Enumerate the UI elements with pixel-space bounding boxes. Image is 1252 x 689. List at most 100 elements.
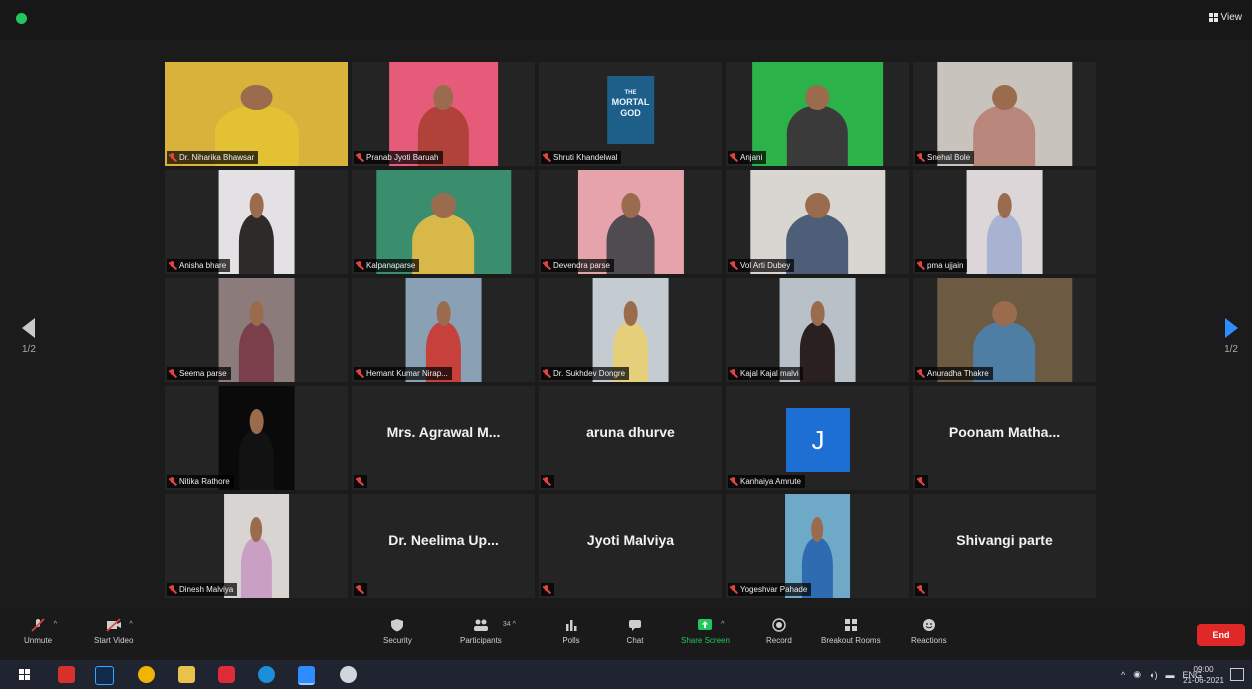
edge-icon[interactable] — [258, 666, 275, 683]
mic-muted-icon — [543, 153, 550, 162]
mic-muted-icon — [730, 261, 737, 270]
participant-tile[interactable]: Mrs. Agrawal M... — [352, 386, 535, 490]
share-screen-icon: ^ — [696, 618, 724, 632]
share-screen-button[interactable]: ^ Share Screen — [681, 618, 730, 645]
mic-muted-icon — [543, 261, 550, 270]
participant-head — [997, 192, 1012, 218]
participant-head — [433, 84, 454, 110]
polls-button[interactable]: Polls — [562, 618, 580, 645]
participant-tile[interactable]: Anuradha Thakre — [913, 278, 1096, 382]
participant-gallery: Dr. Niharika Bhawsar Pranab Jyoti Baruah T… — [165, 62, 1096, 598]
participant-nameplate: Hemant Kumar Nirap... — [354, 367, 452, 380]
windows-taskbar: ^ ◉ ◖) ▬ ENG 09:00 21-06-2021 — [0, 660, 1252, 689]
participant-nameplate: Kalpanaparse — [354, 259, 420, 272]
participant-tile[interactable]: Dr. Sukhdev Dongre — [539, 278, 722, 382]
previous-page-button[interactable]: 1/2 — [22, 318, 36, 355]
page-indicator-right: 1/2 — [1224, 344, 1238, 355]
participant-name: Dr. Niharika Bhawsar — [179, 153, 255, 162]
unmute-button[interactable]: ^ Unmute — [24, 618, 57, 645]
participant-tile[interactable]: Kalpanaparse — [352, 170, 535, 274]
participant-tile[interactable]: Hemant Kumar Nirap... — [352, 278, 535, 382]
next-page-button[interactable]: 1/2 — [1224, 318, 1238, 355]
zoom-icon[interactable] — [298, 666, 315, 685]
end-meeting-button[interactable]: End — [1197, 624, 1245, 646]
participant-tile[interactable]: Shivangi parte — [913, 494, 1096, 598]
participant-head — [249, 300, 264, 326]
mic-muted-icon — [543, 477, 550, 486]
participant-tile[interactable]: Kajal Kajal malvi — [726, 278, 909, 382]
mic-muted-icon — [169, 261, 176, 270]
network-icon[interactable]: ◉ — [1133, 669, 1141, 680]
participant-figure — [973, 105, 1036, 166]
security-button[interactable]: Security — [383, 618, 412, 645]
participant-tile[interactable]: Seema parse — [165, 278, 348, 382]
participant-tile[interactable]: pma ujjain — [913, 170, 1096, 274]
mic-muted-icon — [356, 477, 363, 486]
participant-figure — [241, 537, 272, 598]
participant-tile[interactable]: Dinesh Malviya — [165, 494, 348, 598]
mic-muted-icon — [730, 369, 737, 378]
participant-name: Nitika Rathore — [179, 477, 230, 486]
record-button[interactable]: Record — [766, 618, 792, 645]
participant-tile[interactable]: Dr. Niharika Bhawsar — [165, 62, 348, 166]
participant-name: Kanhaiya Amrute — [740, 477, 801, 486]
mic-muted-icon — [356, 261, 363, 270]
start-video-label: Start Video — [94, 636, 134, 645]
chrome-icon[interactable] — [138, 666, 155, 683]
app-icon[interactable] — [218, 666, 235, 683]
participant-figure — [238, 429, 275, 490]
mic-muted-icon — [730, 585, 737, 594]
participant-head — [250, 516, 263, 542]
participant-display-name: Dr. Neelima Up... — [388, 532, 499, 548]
start-video-button[interactable]: ^ Start Video — [94, 618, 133, 645]
photoshop-icon[interactable] — [95, 666, 114, 685]
participant-display-name: Jyoti Malviya — [586, 532, 675, 548]
acrobat-icon[interactable] — [58, 666, 75, 683]
participant-figure — [238, 213, 275, 274]
file-explorer-icon[interactable] — [178, 666, 195, 683]
mic-muted-icon — [543, 369, 550, 378]
participant-tile[interactable]: Jyoti Malviya — [539, 494, 722, 598]
participant-video — [966, 170, 1043, 274]
battery-icon[interactable]: ▬ — [1165, 670, 1174, 680]
participant-tile[interactable]: Dr. Neelima Up... — [352, 494, 535, 598]
participant-nameplate: Snehal Bole — [915, 151, 975, 164]
participant-tile[interactable]: Yogeshvar Pahade — [726, 494, 909, 598]
volume-icon[interactable]: ◖) — [1149, 670, 1157, 680]
app-icon-2[interactable] — [340, 666, 357, 683]
record-label: Record — [766, 636, 792, 645]
participant-tile[interactable]: Poonam Matha... — [913, 386, 1096, 490]
participant-tile[interactable]: Nitika Rathore — [165, 386, 348, 490]
participants-button[interactable]: 34 ^ Participants — [460, 618, 516, 645]
participant-tile[interactable]: Vol Arti Dubey — [726, 170, 909, 274]
notifications-icon[interactable] — [1230, 668, 1244, 681]
participant-nameplate: Seema parse — [167, 367, 231, 380]
chat-button[interactable]: Chat — [626, 618, 644, 645]
reactions-button[interactable]: Reactions — [911, 618, 947, 645]
participant-head — [620, 192, 641, 218]
tray-chevron-icon[interactable]: ^ — [1121, 670, 1125, 680]
participant-tile[interactable]: Anisha bhare — [165, 170, 348, 274]
participant-tile[interactable]: J Kanhaiya Amrute — [726, 386, 909, 490]
participant-tile[interactable]: Pranab Jyoti Baruah — [352, 62, 535, 166]
mic-muted-icon — [543, 585, 550, 594]
participant-nameplate: Vol Arti Dubey — [728, 259, 795, 272]
windows-start-icon[interactable] — [16, 666, 33, 683]
participant-head — [249, 408, 264, 434]
participants-label: Participants — [460, 636, 502, 645]
participant-nameplate: Yogeshvar Pahade — [728, 583, 812, 596]
participant-avatar: J — [786, 408, 850, 472]
participant-head — [623, 300, 638, 326]
mic-muted-icon — [917, 585, 924, 594]
participant-tile[interactable]: Anjani — [726, 62, 909, 166]
participant-tile[interactable]: THE MORTAL GOD Shruti Khandelwal — [539, 62, 722, 166]
breakout-rooms-button[interactable]: Breakout Rooms — [821, 618, 881, 645]
participant-nameplate: Devendra parse — [541, 259, 614, 272]
participant-tile[interactable]: aruna dhurve — [539, 386, 722, 490]
participant-name: Dinesh Malviya — [179, 585, 234, 594]
participant-tile[interactable]: Devendra parse — [539, 170, 722, 274]
view-button[interactable]: View — [1208, 12, 1242, 23]
clock[interactable]: 09:00 21-06-2021 — [1183, 664, 1224, 686]
participant-tile[interactable]: Snehal Bole — [913, 62, 1096, 166]
encryption-shield-icon[interactable] — [16, 13, 27, 24]
